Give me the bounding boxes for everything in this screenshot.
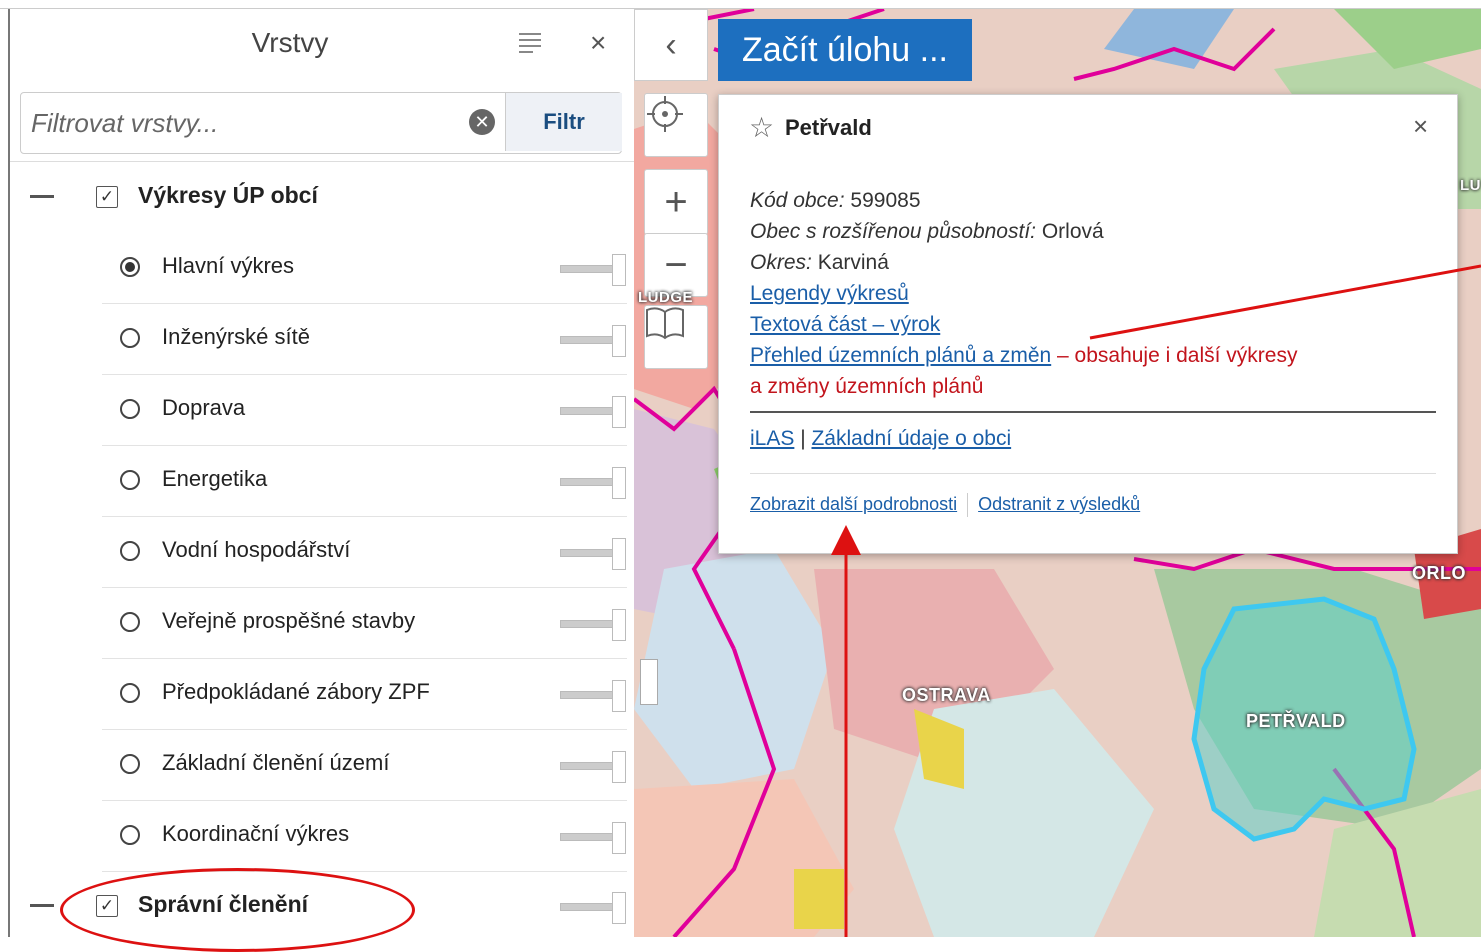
layer-label: Veřejně prospěšné stavby: [162, 608, 416, 633]
opacity-slider[interactable]: [560, 751, 626, 783]
map-label-orlova: ORLO: [1412, 563, 1466, 583]
link-ilas[interactable]: iLAS: [750, 427, 794, 450]
close-icon[interactable]: ×: [590, 27, 606, 59]
layer-radio[interactable]: [120, 825, 140, 845]
layer-label: Hlavní výkres: [162, 253, 295, 278]
layer-label: Vodní hospodářství: [162, 537, 351, 562]
top-bar: [0, 0, 1481, 9]
layers-panel: Vrstvy × ✕ Filtr ✓ Výkresy ÚP obcí Hlavn…: [8, 9, 636, 937]
bookmarks-button[interactable]: [644, 305, 708, 369]
layer-radio[interactable]: [120, 328, 140, 348]
opacity-slider[interactable]: [560, 680, 626, 712]
layer-radio[interactable]: [120, 754, 140, 774]
group-row-vykresy: ✓ Výkresy ÚP obcí: [10, 162, 635, 232]
layer-radio[interactable]: [120, 541, 140, 561]
divider: [750, 411, 1436, 413]
layer-row[interactable]: Hlavní výkres: [102, 233, 627, 304]
layer-label: Energetika: [162, 466, 268, 491]
orp-value: Orlová: [1041, 220, 1104, 243]
layer-radio[interactable]: [120, 399, 140, 419]
zoom-in-button[interactable]: +: [644, 169, 708, 235]
kod-value: 599085: [850, 189, 921, 212]
clear-icon[interactable]: ✕: [469, 109, 495, 135]
opacity-slider[interactable]: [560, 325, 626, 357]
start-task-button[interactable]: Začít úlohu ...: [718, 19, 972, 81]
layer-row[interactable]: Základní členění území: [102, 730, 627, 801]
menu-icon[interactable]: [517, 29, 543, 55]
collapse-panel-button[interactable]: ‹: [634, 9, 708, 81]
layer-row[interactable]: Vodní hospodářství: [102, 517, 627, 588]
remove-link[interactable]: Odstranit z výsledků: [978, 494, 1140, 514]
opacity-slider[interactable]: [560, 396, 626, 428]
zoom-out-button[interactable]: −: [644, 233, 708, 297]
locate-button[interactable]: [644, 93, 708, 157]
opacity-slider[interactable]: [560, 609, 626, 641]
opacity-slider[interactable]: [560, 254, 626, 286]
drag-handle[interactable]: [640, 659, 658, 705]
group-label: Výkresy ÚP obcí: [138, 182, 318, 208]
info-popup: ☆ Petřvald × Kód obce: 599085 Obec s roz…: [718, 94, 1458, 554]
opacity-slider[interactable]: [560, 538, 626, 570]
panel-title: Vrstvy: [251, 27, 329, 58]
layer-label: Předpokládané zábory ZPF: [162, 679, 430, 704]
map-label-ostrava: OSTRAVA: [902, 685, 991, 705]
map-label-ludgerovice: LUDGE: [638, 289, 693, 306]
layer-row[interactable]: Energetika: [102, 446, 627, 517]
popup-footer: Zobrazit další podrobnosti Odstranit z vý…: [750, 493, 1140, 517]
layer-row[interactable]: Koordinační výkres: [102, 801, 627, 872]
checkbox-vykresy[interactable]: ✓: [96, 186, 118, 208]
filter-input[interactable]: [21, 93, 517, 153]
divider: [750, 473, 1436, 474]
crosshair-icon: [647, 96, 683, 132]
layer-label: Doprava: [162, 395, 246, 420]
map-label-lu: LU: [1460, 177, 1481, 194]
opacity-slider[interactable]: [560, 467, 626, 499]
filter-button[interactable]: Filtr: [505, 93, 622, 151]
link-textova[interactable]: Textová část – výrok: [750, 313, 940, 336]
star-icon[interactable]: ☆: [749, 111, 774, 144]
filter-row: ✕ Filtr: [20, 92, 622, 154]
annotation-ellipse: [60, 868, 415, 952]
orp-label: Obec s rozšířenou působností:: [750, 220, 1036, 243]
show-more-link[interactable]: Zobrazit další podrobnosti: [750, 494, 957, 514]
kod-label: Kód obce:: [750, 189, 845, 212]
layer-radio[interactable]: [120, 470, 140, 490]
layer-label: Základní členění území: [162, 750, 390, 775]
link-legendy[interactable]: Legendy výkresů: [750, 282, 909, 305]
opacity-slider[interactable]: [560, 892, 626, 924]
opacity-slider[interactable]: [560, 822, 626, 854]
link-prehled[interactable]: Přehled územních plánů a změn: [750, 344, 1051, 367]
collapse-icon[interactable]: [30, 904, 54, 907]
layer-row[interactable]: Předpokládané zábory ZPF: [102, 659, 627, 730]
secondary-links: iLAS | Základní údaje o obci: [750, 427, 1011, 451]
layer-row[interactable]: Inženýrské sítě: [102, 304, 627, 375]
layer-label: Inženýrské sítě: [162, 324, 310, 349]
layer-radio[interactable]: [120, 612, 140, 632]
okres-label: Okres:: [750, 251, 812, 274]
layer-row[interactable]: Doprava: [102, 375, 627, 446]
note-text: – obsahuje i další výkresy: [1051, 344, 1298, 367]
link-separator: |: [794, 427, 812, 450]
layer-radio[interactable]: [120, 257, 140, 277]
layer-row[interactable]: Veřejně prospěšné stavby: [102, 588, 627, 659]
panel-header: Vrstvy ×: [10, 9, 635, 81]
layer-radio[interactable]: [120, 683, 140, 703]
okres-value: Karviná: [817, 251, 889, 274]
collapse-icon[interactable]: [30, 195, 54, 198]
popup-title: Petřvald: [785, 115, 872, 140]
popup-body: Kód obce: 599085 Obec s rozšířenou působ…: [750, 185, 1440, 402]
layer-label: Koordinační výkres: [162, 821, 350, 846]
book-icon: [646, 307, 684, 340]
link-zakladni-udaje[interactable]: Základní údaje o obci: [811, 427, 1011, 450]
note-text-2: a změny územních plánů: [750, 375, 984, 398]
map-label-petrvald: PETŘVALD: [1246, 711, 1346, 731]
close-icon[interactable]: ×: [1413, 111, 1428, 142]
